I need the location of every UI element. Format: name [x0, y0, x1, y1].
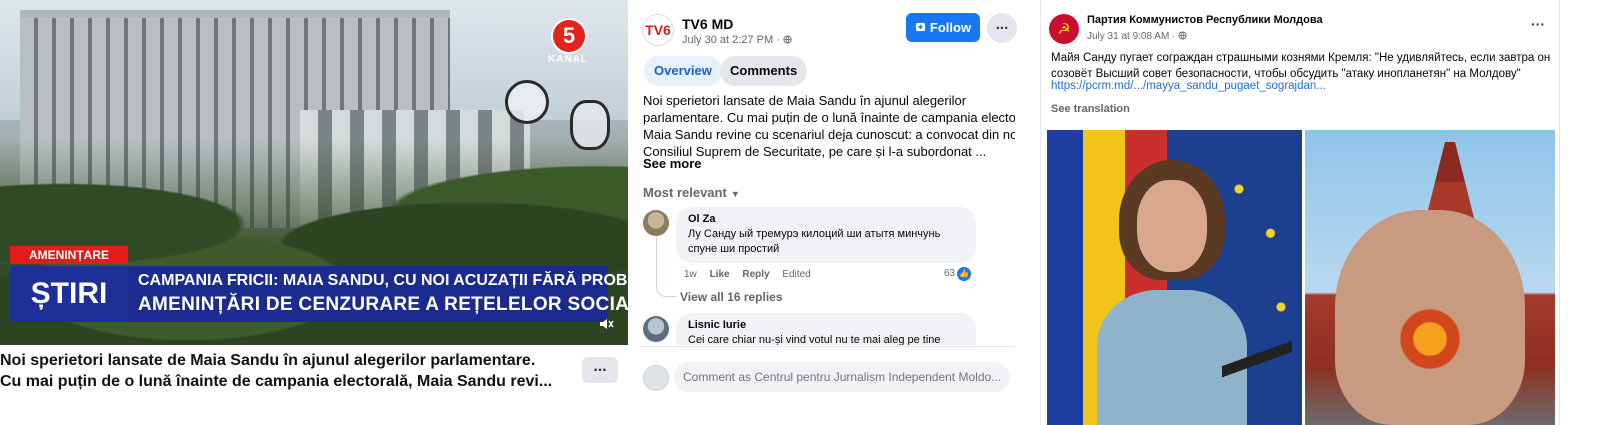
post-text: Майя Санду пугает сограждан страшными ко… [1051, 50, 1551, 82]
see-more-link[interactable]: See more [643, 156, 702, 171]
edited-label[interactable]: Edited [782, 269, 810, 280]
more-options-button[interactable]: ... [582, 357, 618, 383]
post-caption-line-2: Cu mai puțin de o lună înainte de campan… [0, 373, 553, 390]
comment-text-line: Лу Санду ый тремурэ килоций ши атытя мин… [688, 228, 941, 240]
article-link[interactable]: https://pcrm.md/.../mayya_sandu_pugaet_s… [1051, 80, 1326, 92]
commenter-name[interactable]: Lisnic Iurie [688, 319, 964, 331]
comment-text-line: Cei care chiar nu-și vind votul nu te ma… [688, 334, 941, 345]
commenter-avatar[interactable] [643, 210, 669, 236]
speaker-icon[interactable] [598, 316, 614, 332]
page-name[interactable]: Партия Коммунистов Республики Молдова [1087, 14, 1323, 26]
threat-tag: AMENINȚARE [10, 246, 128, 264]
current-user-avatar[interactable] [643, 365, 669, 391]
post-date[interactable]: July 30 at 2:27 PM · [682, 34, 792, 46]
page-name[interactable]: TV6 MD [682, 16, 733, 32]
follow-button[interactable]: Follow [906, 13, 980, 42]
post-text: Noi sperietori lansate de Maia Sandu în … [643, 92, 1015, 160]
post-caption-line-1: Noi sperietori lansate de Maia Sandu în … [0, 352, 536, 369]
follow-label: Follow [929, 20, 972, 35]
chevron-down-icon: ▼ [730, 189, 740, 199]
tab-comments[interactable]: Comments [720, 56, 808, 86]
tv6-logo-avatar[interactable]: TV6 [642, 14, 674, 46]
reply-thread-line [656, 237, 676, 297]
post-text-line: Noi sperietori lansate de Maia Sandu în … [643, 93, 967, 108]
comment-input[interactable] [674, 362, 1010, 392]
comment-text-line: спуне ши простий [688, 243, 780, 255]
channel-name: KANAL [548, 54, 588, 65]
thumbs-up-icon: 👍 [957, 267, 972, 281]
globe-icon [1178, 31, 1187, 40]
follow-plus-icon [915, 13, 926, 42]
commenter-avatar[interactable] [643, 316, 669, 342]
headline-line-1: CAMPANIA FRICII: MAIA SANDU, CU NOI ACUZ… [138, 272, 628, 289]
post-date[interactable]: July 31 at 9:08 AM · [1087, 31, 1187, 42]
street-lamp [505, 80, 549, 124]
sort-label: Most relevant [643, 185, 727, 200]
post-caption[interactable]: Noi sperietori lansate de Maia Sandu în … [0, 350, 570, 392]
news-label: ȘTIRI [10, 266, 128, 322]
street-lamp [570, 100, 610, 150]
commenter-name[interactable]: Ol Za [688, 213, 964, 225]
reply-comment-link[interactable]: Reply [742, 269, 769, 280]
hand-with-eye [1335, 210, 1525, 425]
more-options-button[interactable]: ... [987, 13, 1017, 43]
comment-bubble: Ol Za Лу Санду ый тремурэ килоций ши аты… [676, 207, 976, 263]
pcrm-post: ☭ Партия Коммунистов Республики Молдова … [1040, 0, 1560, 425]
post-text-line: parlamentare. Cu mai puțin de o lună îna… [643, 110, 1015, 125]
tab-overview[interactable]: Overview [644, 56, 722, 86]
more-options-button[interactable]: ··· [1531, 16, 1545, 32]
hammer-sickle-icon[interactable]: ☭ [1049, 14, 1079, 44]
post-text-line: Майя Санду пугает сограждан страшными ко… [1051, 52, 1551, 64]
microphone [1222, 310, 1292, 425]
comment-sort-dropdown[interactable]: Most relevant ▼ [643, 185, 740, 200]
post-date-text: July 30 at 2:27 PM · [682, 34, 783, 46]
divider [640, 346, 1015, 347]
comment-reactions[interactable]: 63 👍 [944, 267, 972, 281]
post-date-text: July 31 at 9:08 AM · [1087, 31, 1179, 42]
comment-time[interactable]: 1w [684, 269, 697, 280]
post-text-line: Maia Sandu revine cu scenariul deja cuno… [643, 127, 1015, 142]
photo-speaker-at-podium[interactable] [1047, 130, 1302, 425]
photo-kremlin-hand-eye[interactable] [1305, 130, 1555, 425]
speaker-face [1137, 180, 1207, 272]
channel-logo: 5 [553, 20, 585, 52]
headline-bar: CAMPANIA FRICII: MAIA SANDU, CU NOI ACUZ… [128, 266, 628, 322]
like-comment-link[interactable]: Like [710, 269, 730, 280]
headline-line-2: AMENINȚĂRI DE CENZURARE A REȚELELOR SOCI… [138, 294, 628, 315]
news-video-frame[interactable]: 5 KANAL AMENINȚARE ȘTIRI CAMPANIA FRICII… [0, 0, 628, 345]
view-replies-link[interactable]: View all 16 replies [680, 290, 783, 304]
tv6-post: TV6 TV6 MD July 30 at 2:27 PM · Follow .… [640, 0, 1020, 425]
see-translation-link[interactable]: See translation [1051, 103, 1130, 115]
comment-bubble: Lisnic Iurie Cei care chiar nu-și vind v… [676, 313, 976, 345]
comment-actions: 1w Like Reply Edited [684, 269, 821, 280]
globe-icon [783, 35, 792, 44]
page-margin [1561, 0, 1600, 425]
reaction-count: 63 [944, 268, 956, 279]
